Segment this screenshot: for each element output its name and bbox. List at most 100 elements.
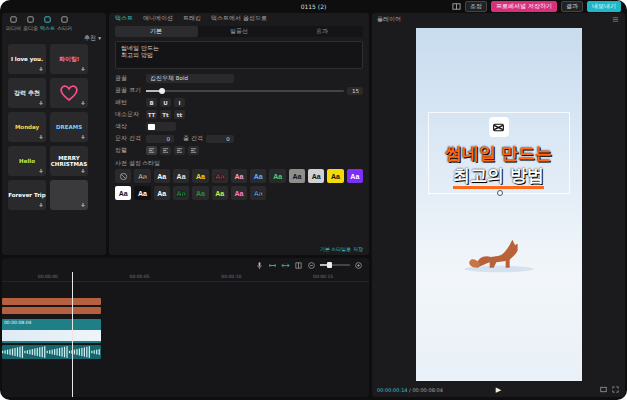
editor-tab[interactable]: 텍스트 xyxy=(115,15,133,22)
letter-spacing-value[interactable]: 0 xyxy=(146,135,174,143)
align-icon xyxy=(162,147,169,154)
font-size-value[interactable]: 15 xyxy=(347,87,363,95)
text-input[interactable]: 썸네일 만드는 최고의 방법 xyxy=(115,41,363,69)
style-preset[interactable]: Aa xyxy=(115,186,131,200)
library-tab[interactable]: 미디어 xyxy=(6,15,21,31)
zoom-out-icon[interactable] xyxy=(307,261,316,270)
align-button[interactable] xyxy=(160,146,171,155)
editor-subtab[interactable]: 기본 xyxy=(115,26,198,37)
timeline-clip[interactable]: 00:00:08:04 xyxy=(2,319,101,343)
header-button[interactable]: 프로페셔널 저장하기 xyxy=(491,1,557,12)
menu-icon[interactable] xyxy=(611,15,620,24)
line-spacing-value[interactable]: 0 xyxy=(206,135,234,143)
download-icon[interactable] xyxy=(80,202,86,208)
style-preset[interactable]: Aa xyxy=(289,169,305,183)
header-button[interactable]: 조정 xyxy=(465,1,487,12)
template-thumb[interactable]: 강력 추천 xyxy=(8,78,46,108)
playhead[interactable] xyxy=(72,272,73,397)
library-tab[interactable]: 텍스트 xyxy=(40,15,55,31)
style-preset[interactable]: Aa xyxy=(173,169,189,183)
template-thumb[interactable] xyxy=(50,180,88,210)
timeline-clip[interactable] xyxy=(2,307,101,314)
style-preset[interactable]: Aa xyxy=(192,186,208,200)
zoom-in-icon[interactable] xyxy=(354,261,363,270)
style-preset[interactable]: Aa xyxy=(250,169,266,183)
ratio-icon[interactable] xyxy=(599,385,608,394)
download-icon[interactable] xyxy=(38,66,44,72)
template-thumb[interactable]: Forever Trip xyxy=(8,180,46,210)
font-size-slider[interactable] xyxy=(146,90,344,92)
fullscreen-icon[interactable] xyxy=(611,385,620,394)
template-thumb[interactable]: Hello xyxy=(8,146,46,176)
video-frame[interactable]: 썸네일 만드는 최고의 방법 xyxy=(416,28,582,381)
library-panel: 미디어 오디오 텍스트 스티커 추천 ▾ I love you. 화이팅! 강력… xyxy=(2,13,106,255)
pattern-button[interactable]: I xyxy=(174,98,185,107)
template-thumb[interactable]: DREAMS xyxy=(50,112,88,142)
save-default-style-link[interactable]: 기본 스타일로 저장 xyxy=(115,246,363,252)
preview-axis-icon[interactable] xyxy=(294,261,303,270)
font-dropdown[interactable]: 김진우체 Bold xyxy=(146,74,234,83)
style-preset[interactable]: Aa xyxy=(192,169,208,183)
timeline-clip[interactable] xyxy=(2,345,101,359)
download-icon[interactable] xyxy=(80,134,86,140)
download-icon[interactable] xyxy=(38,100,44,106)
template-thumb[interactable]: I love you. xyxy=(8,44,46,74)
align-button[interactable] xyxy=(174,146,185,155)
mic-icon[interactable] xyxy=(255,261,264,270)
download-icon[interactable] xyxy=(80,168,86,174)
align-button[interactable] xyxy=(146,146,157,155)
case-button[interactable]: tt xyxy=(174,110,185,119)
pattern-button[interactable]: B xyxy=(146,98,157,107)
download-icon[interactable] xyxy=(38,202,44,208)
editor-tab[interactable]: 애니메이션 xyxy=(143,15,173,22)
style-preset[interactable]: Aa xyxy=(154,169,170,183)
download-icon[interactable] xyxy=(80,66,86,72)
style-preset[interactable]: Aa xyxy=(173,186,189,200)
template-thumb[interactable]: 화이팅! xyxy=(50,44,88,74)
download-icon[interactable] xyxy=(38,134,44,140)
style-preset[interactable]: Aa xyxy=(212,186,228,200)
library-tab[interactable]: 오디오 xyxy=(23,15,38,31)
timeline-track xyxy=(2,307,369,314)
zoom-slider[interactable] xyxy=(320,264,350,266)
text-overlay[interactable]: 썸네일 만드는 최고의 방법 xyxy=(428,112,570,194)
editor-tab[interactable]: 트래킹 xyxy=(183,15,201,22)
style-preset[interactable]: Aa xyxy=(212,169,228,183)
pattern-button[interactable]: U xyxy=(160,98,171,107)
style-preset[interactable]: Aa xyxy=(327,169,343,183)
style-preset[interactable]: Aa xyxy=(154,186,170,200)
time-ruler[interactable]: 00:00:0000:00:0500:00:1000:00:15 xyxy=(2,272,369,282)
filter-dropdown[interactable]: 추천 ▾ xyxy=(84,35,101,41)
tab-icon xyxy=(60,15,69,24)
style-preset[interactable]: Aa xyxy=(231,186,247,200)
template-thumb[interactable]: MERRY CHRISTMAS xyxy=(50,146,88,176)
style-preset[interactable]: Aa xyxy=(308,169,324,183)
style-preset[interactable]: Aa xyxy=(134,186,150,200)
link-icon[interactable] xyxy=(268,261,277,270)
case-button[interactable]: Tt xyxy=(160,110,171,119)
editor-subtab[interactable]: 효과 xyxy=(280,26,363,37)
layout-icon[interactable] xyxy=(452,2,461,11)
download-icon[interactable] xyxy=(38,168,44,174)
style-preset[interactable]: Aa xyxy=(347,169,363,183)
style-preset[interactable]: Aa xyxy=(269,169,285,183)
style-preset[interactable]: Aa xyxy=(134,169,150,183)
timeline-clip[interactable] xyxy=(2,298,101,305)
snap-icon[interactable] xyxy=(281,261,290,270)
align-button[interactable] xyxy=(188,146,199,155)
template-thumb[interactable] xyxy=(50,78,88,108)
color-picker[interactable] xyxy=(146,122,176,131)
play-button[interactable]: ▶ xyxy=(496,386,501,394)
download-icon[interactable] xyxy=(80,100,86,106)
editor-subtab[interactable]: 말풍선 xyxy=(198,26,281,37)
header-button[interactable]: 결과 xyxy=(561,1,583,12)
style-preset[interactable]: Aa xyxy=(231,169,247,183)
template-thumb[interactable]: Monday xyxy=(8,112,46,142)
style-preset[interactable] xyxy=(115,169,131,183)
library-tab[interactable]: 스티커 xyxy=(57,15,72,31)
timeline-track: 00:00:08:04 xyxy=(2,319,369,343)
style-preset[interactable]: Aa xyxy=(250,186,266,200)
header-button[interactable]: 내보내기 xyxy=(587,1,621,12)
editor-tab[interactable]: 텍스트에서 음성으로 xyxy=(211,15,267,22)
case-button[interactable]: TT xyxy=(146,110,157,119)
